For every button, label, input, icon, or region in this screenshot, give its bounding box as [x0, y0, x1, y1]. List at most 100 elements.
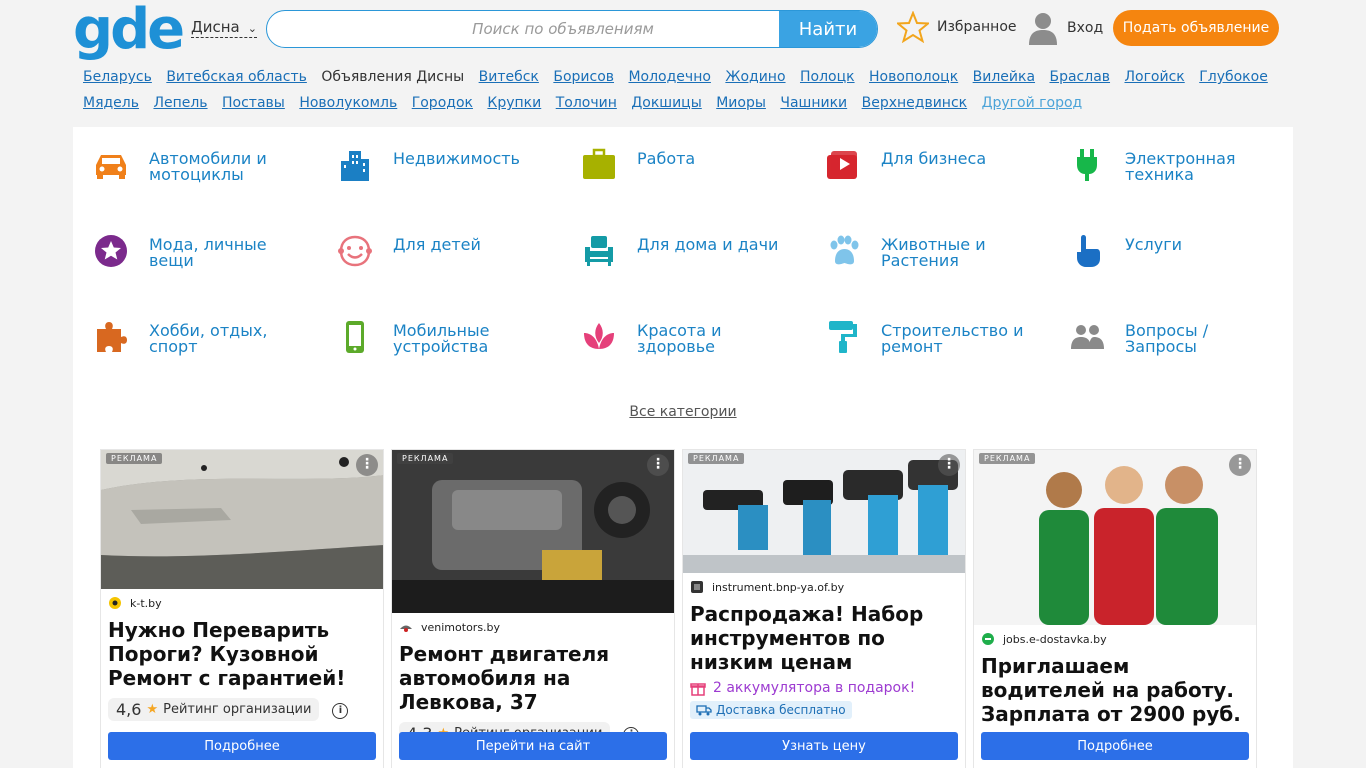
- ad-cta-button[interactable]: Подробнее: [981, 732, 1249, 760]
- city-link[interactable]: Мядель: [83, 95, 139, 111]
- category-lotus[interactable]: Красота и здоровье: [581, 319, 801, 369]
- category-armchair[interactable]: Для дома и дачи: [581, 233, 801, 283]
- gift-icon: [690, 683, 706, 696]
- ad-badge: РЕКЛАМА: [979, 453, 1036, 464]
- site-favicon-icon: [400, 625, 412, 632]
- category-label: Недвижимость: [393, 149, 520, 168]
- ad-badge: РЕКЛАМА: [688, 453, 745, 464]
- category-label: Красота и здоровье: [637, 321, 722, 356]
- category-hand-pointer[interactable]: Услуги: [1069, 233, 1289, 283]
- category-buildings[interactable]: Недвижимость: [337, 147, 557, 197]
- category-label: Для бизнеса: [881, 149, 987, 168]
- puzzle-icon: [93, 319, 129, 355]
- category-people[interactable]: Вопросы / Запросы: [1069, 319, 1289, 369]
- login-label: Вход: [1067, 20, 1104, 36]
- city-link[interactable]: Чашники: [780, 95, 847, 111]
- ad-card[interactable]: РЕКЛАМА ⋮ instrument.bnp-ya.of.by Распро…: [682, 449, 966, 768]
- ad-cta-button[interactable]: Подробнее: [108, 732, 376, 760]
- ad-badge: РЕКЛАМА: [397, 453, 454, 464]
- category-smiley[interactable]: Для детей: [337, 233, 557, 283]
- category-label: Вопросы / Запросы: [1125, 321, 1209, 356]
- ad-badge: РЕКЛАМА: [106, 453, 163, 464]
- ad-card[interactable]: РЕКЛАМА ⋮ venimotors.by Ремонт двигателя…: [391, 449, 675, 768]
- ad-delivery-badge: Доставка бесплатно: [690, 701, 852, 719]
- category-label: Электронная техника: [1125, 149, 1236, 184]
- city-link[interactable]: Городок: [412, 95, 473, 111]
- favorites-link[interactable]: Избранное: [897, 11, 1017, 43]
- city-links: Беларусь Витебская область Объявления Ди…: [83, 64, 1283, 116]
- category-briefcase[interactable]: Работа: [581, 147, 801, 197]
- site-favicon-icon: [982, 633, 994, 645]
- city-link[interactable]: Витебская область: [166, 69, 307, 85]
- ad-card[interactable]: РЕКЛАМА ⋮ k-t.by Нужно Переварить Пороги…: [100, 449, 384, 768]
- city-link[interactable]: Новолукомль: [299, 95, 397, 111]
- city-link[interactable]: Витебск: [479, 69, 539, 85]
- city-link[interactable]: Докшицы: [631, 95, 701, 111]
- ad-domain[interactable]: venimotors.by: [392, 620, 674, 634]
- city-link[interactable]: Полоцк: [800, 69, 855, 85]
- ad-image: РЕКЛАМА ⋮: [974, 450, 1256, 625]
- paint-roller-icon: [825, 319, 861, 355]
- ad-image: РЕКЛАМА ⋮: [683, 450, 965, 573]
- more-options-icon[interactable]: ⋮: [938, 454, 960, 476]
- search-input[interactable]: [267, 11, 779, 47]
- category-plug[interactable]: Электронная техника: [1069, 147, 1289, 197]
- category-star-badge[interactable]: Мода, личные вещи: [93, 233, 313, 283]
- category-label: Хобби, отдых, спорт: [149, 321, 268, 356]
- info-icon[interactable]: i: [332, 702, 349, 719]
- city-link[interactable]: Поставы: [222, 95, 285, 111]
- category-label: Строительство и ремонт: [881, 321, 1024, 356]
- hand-pointer-icon: [1069, 233, 1105, 269]
- buildings-icon: [337, 147, 373, 183]
- city-link[interactable]: Лепель: [153, 95, 207, 111]
- ad-title[interactable]: Распродажа! Набор инструментов по низким…: [683, 602, 965, 674]
- category-car[interactable]: Автомобили и мотоциклы: [93, 147, 313, 197]
- ad-domain[interactable]: instrument.bnp-ya.of.by: [683, 580, 965, 594]
- armchair-icon: [581, 233, 617, 269]
- site-logo[interactable]: gde: [73, 2, 185, 58]
- city-link[interactable]: Борисов: [553, 69, 614, 85]
- all-categories-link[interactable]: Все категории: [73, 404, 1293, 420]
- search-button[interactable]: Найти: [779, 11, 877, 47]
- category-puzzle[interactable]: Хобби, отдых, спорт: [93, 319, 313, 369]
- category-video-play[interactable]: Для бизнеса: [825, 147, 1045, 197]
- other-city-link[interactable]: Другой город: [982, 95, 1083, 111]
- more-options-icon[interactable]: ⋮: [647, 454, 669, 476]
- city-link[interactable]: Логойск: [1124, 69, 1184, 85]
- city-link[interactable]: Молодечно: [628, 69, 710, 85]
- more-options-icon[interactable]: ⋮: [356, 454, 378, 476]
- city-link[interactable]: Глубокое: [1199, 69, 1268, 85]
- category-label: Для детей: [393, 235, 481, 254]
- city-link[interactable]: Вилейка: [973, 69, 1035, 85]
- ad-cta-button[interactable]: Узнать цену: [690, 732, 958, 760]
- category-phone[interactable]: Мобильные устройства: [337, 319, 557, 369]
- ad-title[interactable]: Ремонт двигателя автомобиля на Левкова, …: [392, 642, 674, 714]
- post-ad-button[interactable]: Подать объявление: [1113, 10, 1279, 46]
- city-link[interactable]: Новополоцк: [869, 69, 958, 85]
- category-label: Услуги: [1125, 235, 1183, 254]
- ad-image: РЕКЛАМА ⋮: [392, 450, 674, 613]
- login-link[interactable]: Вход: [1027, 11, 1103, 45]
- city-link[interactable]: Беларусь: [83, 69, 152, 85]
- city-link[interactable]: Толочин: [556, 95, 617, 111]
- lotus-icon: [581, 319, 617, 355]
- city-link[interactable]: Верхнедвинск: [862, 95, 968, 111]
- search-bar: Найти: [266, 10, 878, 48]
- ad-title[interactable]: Приглашаем водителей на работу. Зарплата…: [974, 654, 1256, 726]
- star-outline-icon: [897, 11, 929, 43]
- city-link[interactable]: Крупки: [487, 95, 541, 111]
- people-icon: [1069, 319, 1105, 355]
- city-selector[interactable]: Дисна ⌄: [191, 19, 257, 38]
- more-options-icon[interactable]: ⋮: [1229, 454, 1251, 476]
- city-link[interactable]: Жодино: [725, 69, 785, 85]
- category-paint-roller[interactable]: Строительство и ремонт: [825, 319, 1045, 369]
- category-paw[interactable]: Животные и Растения: [825, 233, 1045, 283]
- ad-domain[interactable]: k-t.by: [101, 596, 383, 610]
- city-link[interactable]: Браслав: [1049, 69, 1110, 85]
- ad-title[interactable]: Нужно Переварить Пороги? Кузовной Ремонт…: [101, 618, 383, 690]
- ad-domain[interactable]: jobs.e-dostavka.by: [974, 632, 1256, 646]
- ad-cta-button[interactable]: Перейти на сайт: [399, 732, 667, 760]
- city-link[interactable]: Миоры: [716, 95, 766, 111]
- ad-card[interactable]: РЕКЛАМА ⋮ jobs.e-dostavka.by Приглашаем …: [973, 449, 1257, 768]
- category-label: Животные и Растения: [881, 235, 986, 270]
